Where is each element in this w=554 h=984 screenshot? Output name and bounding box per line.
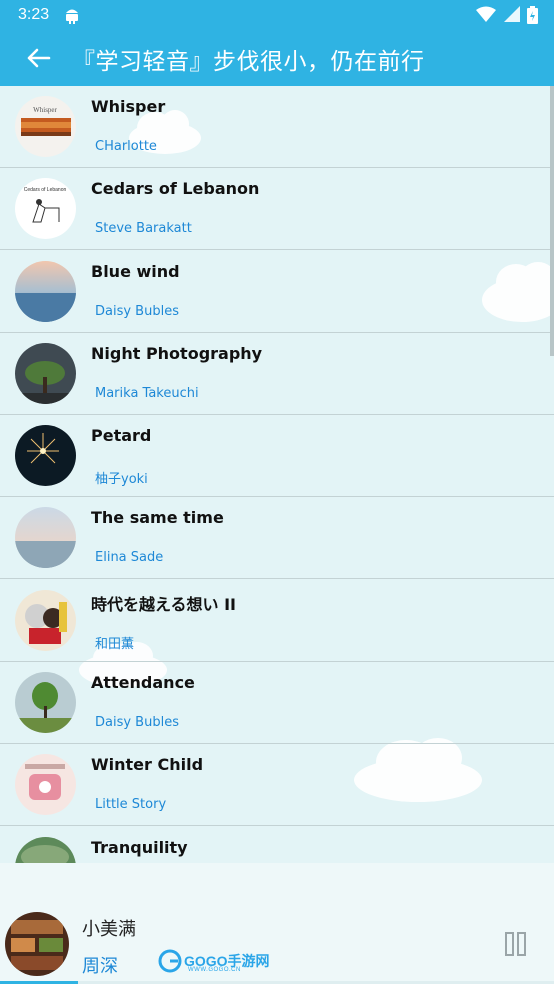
app-bar: 『学习轻音』步伐很小，仍在前行 (0, 30, 554, 86)
song-title: Winter Child (91, 755, 204, 774)
song-row[interactable]: Attendance Daisy Bubles (0, 662, 554, 744)
album-cover (15, 261, 76, 322)
song-artist: CHarlotte (95, 139, 157, 154)
song-list[interactable]: Whisper Whisper CHarlotte Cedars of Leba… (0, 86, 554, 863)
now-playing-cover[interactable] (5, 912, 69, 976)
song-row[interactable]: Blue wind Daisy Bubles (0, 251, 554, 333)
song-title: Tranquility (91, 838, 188, 857)
song-artist: 柚子yoki (95, 472, 148, 487)
wifi-icon (476, 6, 497, 22)
now-playing-artist: 周深 (82, 956, 118, 977)
song-row[interactable]: Petard 柚子yoki (0, 415, 554, 497)
android-icon (64, 6, 80, 29)
song-row[interactable]: 時代を越える想い II 和田薫 (0, 580, 554, 662)
album-cover (15, 590, 76, 651)
song-artist: Elina Sade (95, 550, 164, 565)
now-playing-bar[interactable]: 小美满 周深 GOGO手游网 WWW.GOGO.CN (0, 863, 554, 984)
song-row[interactable]: Whisper Whisper CHarlotte (0, 86, 554, 168)
song-title: Attendance (91, 673, 195, 692)
song-title: The same time (91, 508, 224, 527)
album-cover (15, 507, 76, 568)
watermark-logo: GOGO手游网 WWW.GOGO.CN (158, 949, 270, 975)
status-icons (473, 6, 538, 24)
battery-icon (527, 6, 538, 24)
song-title: 時代を越える想い II (91, 595, 236, 614)
song-title: Blue wind (91, 262, 180, 281)
album-cover (15, 425, 76, 486)
song-artist: Daisy Bubles (95, 715, 179, 730)
album-cover (15, 343, 76, 404)
album-cover (15, 837, 76, 863)
status-bar: 3:23 (0, 0, 554, 30)
song-title: Whisper (91, 97, 166, 116)
song-artist: Steve Barakatt (95, 221, 192, 236)
signal-icon (503, 6, 520, 22)
page-title: 『学习轻音』步伐很小，仍在前行 (72, 49, 425, 75)
watermark-sub: WWW.GOGO.CN (188, 967, 241, 973)
song-title: Night Photography (91, 344, 263, 363)
album-cover (15, 754, 76, 815)
album-cover: Cedars of Lebanon (15, 178, 76, 239)
song-row[interactable]: Cedars of Lebanon Cedars of Lebanon Stev… (0, 168, 554, 250)
song-row[interactable]: The same time Elina Sade (0, 497, 554, 579)
song-artist: 和田薫 (95, 637, 135, 652)
song-artist: Little Story (95, 797, 167, 812)
song-row[interactable]: Tranquility (0, 827, 554, 863)
song-row[interactable]: Winter Child Little Story (0, 744, 554, 826)
cover-text: Cedars of Lebanon (24, 187, 67, 193)
scrollbar[interactable] (550, 86, 554, 356)
cover-text: Whisper (33, 106, 57, 114)
back-arrow-icon[interactable] (24, 44, 54, 72)
song-artist: Marika Takeuchi (95, 386, 199, 401)
song-artist: Daisy Bubles (95, 304, 179, 319)
album-cover (15, 672, 76, 733)
status-time: 3:23 (18, 6, 50, 23)
song-title: Petard (91, 426, 152, 445)
watermark-g-icon (158, 949, 182, 973)
song-title: Cedars of Lebanon (91, 179, 260, 198)
song-row[interactable]: Night Photography Marika Takeuchi (0, 333, 554, 415)
now-playing-title: 小美满 (82, 919, 136, 940)
album-cover: Whisper (15, 96, 76, 157)
pause-icon[interactable] (504, 931, 528, 957)
